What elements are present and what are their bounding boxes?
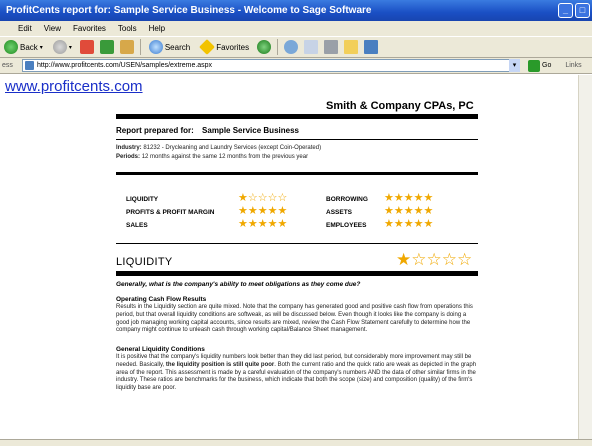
back-button[interactable]: Back ▾ bbox=[2, 38, 45, 56]
report-prepared-for: Report prepared for: Sample Service Busi… bbox=[116, 126, 299, 135]
industry-label: Industry: bbox=[116, 145, 142, 151]
periods-line: Periods: 12 months against the same 12 m… bbox=[116, 154, 308, 160]
toolbar-separator bbox=[277, 39, 279, 55]
header-divider bbox=[116, 114, 478, 119]
window-title: ProfitCents report for: Sample Service B… bbox=[6, 5, 372, 16]
menu-tools[interactable]: Tools bbox=[118, 21, 137, 36]
divider bbox=[116, 139, 478, 140]
search-icon bbox=[148, 40, 163, 54]
favorites-star-icon bbox=[199, 39, 216, 55]
rating-label-sales: SALES bbox=[126, 222, 148, 229]
mail-icon[interactable] bbox=[304, 40, 319, 54]
address-input[interactable]: http://www.profitcents.com/USEN/samples/… bbox=[22, 59, 520, 72]
stop-icon[interactable] bbox=[79, 40, 94, 54]
site-link[interactable]: www.profitcents.com bbox=[5, 78, 143, 95]
title-bar: ProfitCents report for: Sample Service B… bbox=[0, 0, 592, 21]
section-rating-stars: ★☆☆☆☆ bbox=[396, 250, 473, 269]
rating-stars-assets: ★★★★★ bbox=[384, 205, 434, 217]
paragraph-liquidity-emphasis: the liquidity position is still quite po… bbox=[165, 361, 275, 368]
menu-help[interactable]: Help bbox=[149, 21, 165, 36]
address-label: ess bbox=[2, 62, 13, 69]
chevron-down-icon: ▾ bbox=[39, 44, 43, 51]
folder-icon[interactable] bbox=[344, 40, 359, 54]
go-arrow-icon bbox=[528, 59, 540, 72]
divider bbox=[116, 243, 478, 244]
menu-bar: Edit View Favorites Tools Help bbox=[0, 21, 592, 36]
ratings-summary: LIQUIDITY ★☆☆☆☆ PROFITS & PROFIT MARGIN … bbox=[126, 193, 466, 237]
print-icon[interactable] bbox=[324, 40, 339, 54]
prepared-name: Sample Service Business bbox=[202, 126, 299, 135]
toolbar: Back ▾ ▾ Search Favorites bbox=[0, 36, 592, 58]
address-bar: ess http://www.profitcents.com/USEN/samp… bbox=[0, 58, 592, 74]
chevron-down-icon[interactable]: ▾ bbox=[509, 59, 520, 72]
rating-label-liquidity: LIQUIDITY bbox=[126, 196, 159, 203]
rating-stars-liquidity: ★☆☆☆☆ bbox=[238, 192, 288, 204]
browser-window: ProfitCents report for: Sample Service B… bbox=[0, 0, 592, 446]
periods-label: Periods: bbox=[116, 154, 141, 160]
links-label[interactable]: Links bbox=[565, 62, 581, 69]
rating-label-employees: EMPLOYEES bbox=[326, 222, 367, 229]
status-bar bbox=[0, 439, 592, 446]
toolbar-separator bbox=[139, 39, 141, 55]
favorites-label: Favorites bbox=[216, 42, 250, 52]
menu-edit[interactable]: Edit bbox=[18, 21, 32, 36]
minimize-button[interactable]: _ bbox=[558, 3, 573, 18]
vertical-scrollbar[interactable] bbox=[578, 75, 592, 439]
window-controls: _ □ bbox=[558, 3, 590, 18]
page-icon bbox=[25, 61, 34, 70]
rating-label-assets: ASSETS bbox=[326, 209, 353, 216]
rating-stars-borrowing: ★★★★★ bbox=[384, 192, 434, 204]
address-url: http://www.profitcents.com/USEN/samples/… bbox=[37, 62, 213, 69]
subheading-liquidity: General Liquidity Conditions bbox=[116, 346, 205, 353]
section-question: Generally, what is the company's ability… bbox=[116, 281, 361, 288]
paragraph-cash-flow: Results in the Liquidity section are qui… bbox=[116, 304, 473, 334]
subheading-cash-flow: Operating Cash Flow Results bbox=[116, 296, 207, 303]
divider bbox=[116, 172, 478, 175]
go-label: Go bbox=[542, 62, 552, 69]
favorites-button[interactable]: Favorites bbox=[198, 38, 251, 56]
refresh-icon[interactable] bbox=[99, 40, 114, 54]
rating-stars-profits: ★★★★★ bbox=[238, 205, 288, 217]
rating-label-profits: PROFITS & PROFIT MARGIN bbox=[126, 209, 215, 216]
messenger-icon[interactable] bbox=[364, 40, 379, 54]
rating-stars-employees: ★★★★★ bbox=[384, 218, 434, 230]
industry-value: 81232 - Drycleaning and Laundry Services… bbox=[143, 145, 322, 151]
rating-stars-sales: ★★★★★ bbox=[238, 218, 288, 230]
maximize-button[interactable]: □ bbox=[575, 3, 590, 18]
paragraph-liquidity: It is positive that the company's liquid… bbox=[116, 354, 478, 393]
menu-view[interactable]: View bbox=[44, 21, 61, 36]
prepared-label: Report prepared for: bbox=[116, 126, 194, 135]
section-title: LIQUIDITY bbox=[116, 256, 173, 268]
search-label: Search bbox=[164, 42, 191, 52]
forward-button[interactable]: ▾ bbox=[51, 38, 74, 56]
media-icon[interactable] bbox=[257, 40, 272, 54]
history-icon[interactable] bbox=[284, 40, 299, 54]
menu-favorites[interactable]: Favorites bbox=[73, 21, 106, 36]
home-icon[interactable] bbox=[119, 40, 134, 54]
periods-value: 12 months against the same 12 months fro… bbox=[141, 154, 309, 160]
back-label: Back bbox=[20, 42, 38, 52]
rating-label-borrowing: BORROWING bbox=[326, 196, 368, 203]
forward-arrow-icon bbox=[52, 40, 67, 54]
section-divider bbox=[116, 271, 478, 276]
go-button[interactable]: Go bbox=[528, 59, 552, 72]
back-arrow-icon bbox=[4, 40, 18, 54]
page-content: www.profitcents.com Smith & Company CPAs… bbox=[0, 75, 578, 439]
firm-name: Smith & Company CPAs, PC bbox=[326, 100, 474, 112]
search-button[interactable]: Search bbox=[147, 38, 192, 56]
industry-line: Industry: 81232 - Drycleaning and Laundr… bbox=[116, 145, 321, 151]
chevron-down-icon: ▾ bbox=[68, 44, 72, 51]
